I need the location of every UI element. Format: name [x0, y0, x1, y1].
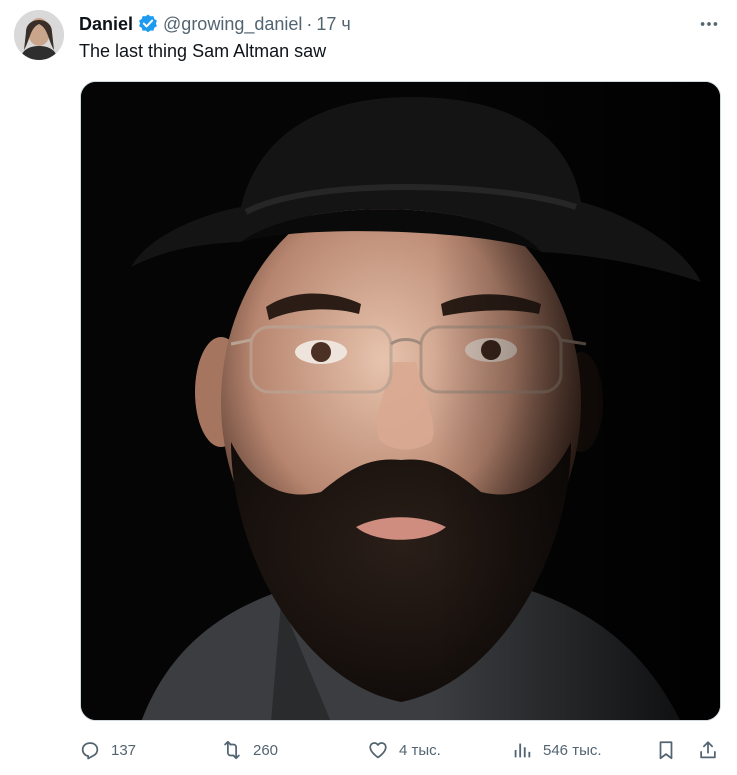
tweet-header: Daniel @growing_daniel · 17 ч	[79, 11, 677, 37]
repost-count: 260	[253, 741, 279, 759]
tweet-media-photo[interactable]	[80, 81, 721, 721]
tweet-text: The last thing Sam Altman saw	[79, 41, 327, 61]
repost-button[interactable]: 260	[221, 734, 278, 766]
tweet-action-bar: 137 260 4 тыс. 546 тыс.	[79, 734, 723, 766]
bookmark-icon	[659, 741, 673, 760]
tweet-timestamp[interactable]: 17 ч	[316, 14, 350, 35]
verified-badge-icon	[137, 13, 159, 35]
tweet: Daniel @growing_daniel · 17 ч The last t…	[0, 0, 737, 775]
author-name[interactable]: Daniel	[79, 14, 133, 35]
share-icon	[700, 741, 716, 759]
author-handle[interactable]: @growing_daniel	[163, 14, 302, 35]
portrait-photo	[81, 82, 720, 720]
views-bar-chart-icon	[514, 743, 531, 758]
share-button[interactable]	[697, 734, 719, 766]
reply-icon	[81, 742, 99, 760]
heart-icon	[369, 742, 387, 759]
like-button[interactable]: 4 тыс.	[367, 734, 441, 766]
author-avatar[interactable]	[14, 10, 64, 60]
like-count: 4 тыс.	[399, 741, 441, 759]
views-count: 546 тыс.	[543, 741, 602, 759]
bookmark-button[interactable]	[655, 734, 677, 766]
reply-count: 137	[111, 741, 137, 759]
avatar-image	[14, 10, 64, 60]
repost-icon	[224, 740, 240, 760]
more-dots-icon	[700, 22, 718, 26]
separator-dot: ·	[306, 13, 313, 34]
views-button[interactable]: 546 тыс.	[511, 734, 602, 766]
more-options-button[interactable]	[695, 12, 723, 36]
reply-button[interactable]: 137	[79, 734, 136, 766]
